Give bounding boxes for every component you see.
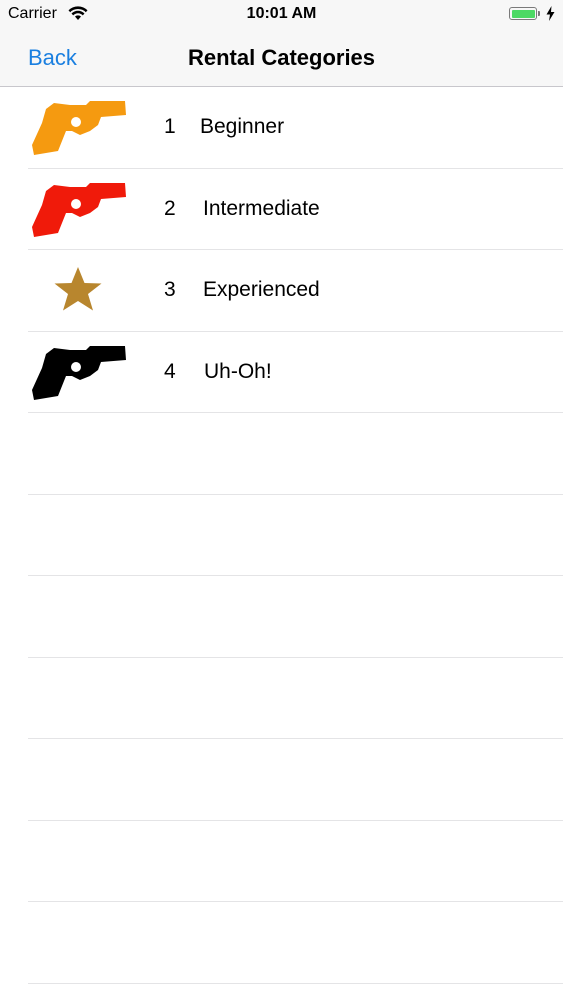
empty-table-row bbox=[28, 821, 563, 902]
category-number: 2 bbox=[164, 196, 176, 220]
category-table: 1 Beginner 2 Intermediate 3 Experienced … bbox=[0, 87, 563, 984]
black-revolver-icon bbox=[28, 340, 128, 406]
category-number: 3 bbox=[164, 278, 176, 301]
red-revolver-icon bbox=[28, 177, 128, 243]
category-row-intermediate[interactable]: 2 Intermediate bbox=[28, 169, 563, 250]
battery-tip bbox=[538, 11, 540, 16]
charging-bolt-icon bbox=[546, 6, 555, 26]
status-bar: Carrier 10:01 AM bbox=[0, 0, 563, 30]
empty-table-row bbox=[28, 658, 563, 739]
battery-fill bbox=[511, 9, 535, 18]
clock: 10:01 AM bbox=[246, 5, 317, 22]
navigation-bar: Back Rental Categories bbox=[0, 30, 563, 87]
category-row-uh-oh[interactable]: 4 Uh-Oh! bbox=[28, 332, 563, 413]
empty-table-row bbox=[28, 902, 563, 984]
category-label: Experienced bbox=[203, 278, 320, 301]
empty-table-row bbox=[28, 739, 563, 821]
category-label: Intermediate bbox=[203, 196, 320, 220]
category-number: 4 bbox=[164, 359, 176, 383]
battery-icon bbox=[509, 7, 537, 20]
empty-table-row bbox=[28, 495, 563, 576]
star-icon bbox=[28, 258, 128, 324]
empty-table-row bbox=[28, 576, 563, 658]
category-row-beginner[interactable]: 1 Beginner bbox=[28, 87, 563, 169]
category-label: Uh-Oh! bbox=[204, 359, 272, 383]
category-row-experienced[interactable]: 3 Experienced bbox=[28, 250, 563, 332]
empty-table-row bbox=[28, 413, 563, 495]
orange-revolver-icon bbox=[28, 95, 128, 161]
category-label: Beginner bbox=[200, 115, 285, 138]
category-number: 1 bbox=[164, 115, 176, 138]
page-title: Rental Categories bbox=[187, 45, 376, 70]
